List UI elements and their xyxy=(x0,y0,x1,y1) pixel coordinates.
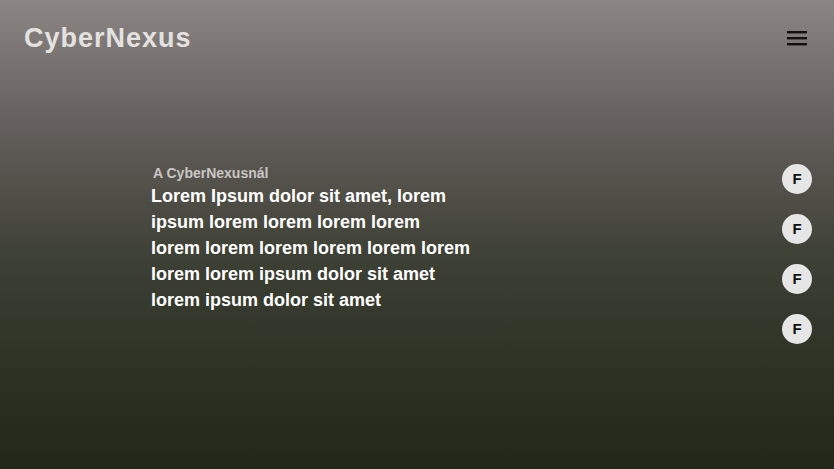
social-button[interactable]: F xyxy=(782,314,812,344)
hero-page: CyberNexus A CyberNexusnál Lorem Ipsum d… xyxy=(0,0,834,469)
hero-text: A CyberNexusnál Lorem Ipsum dolor sit am… xyxy=(151,163,470,344)
menu-button[interactable] xyxy=(784,25,810,51)
hero-line: ipsum lorem lorem lorem lorem xyxy=(151,209,470,235)
hero-line: lorem lorem ipsum dolor sit amet xyxy=(151,261,470,287)
social-button[interactable]: F xyxy=(782,214,812,244)
hero-line: lorem lorem lorem lorem lorem lorem xyxy=(151,235,470,261)
social-label: F xyxy=(792,168,801,191)
social-button[interactable]: F xyxy=(782,164,812,194)
hero-paragraph: Lorem Ipsum dolor sit amet, loremipsum l… xyxy=(151,183,470,313)
logo[interactable]: CyberNexus xyxy=(24,18,192,59)
header: CyberNexus xyxy=(0,0,834,76)
social-label: F xyxy=(792,318,801,341)
social-button[interactable]: F xyxy=(782,264,812,294)
hero: A CyberNexusnál Lorem Ipsum dolor sit am… xyxy=(0,76,834,344)
social-label: F xyxy=(792,218,801,241)
hero-line: lorem ipsum dolor sit amet xyxy=(151,287,470,313)
social-label: F xyxy=(792,268,801,291)
hamburger-icon xyxy=(786,29,808,47)
social-buttons: F F F F xyxy=(782,163,812,344)
hero-line: Lorem Ipsum dolor sit amet, lorem xyxy=(151,183,470,209)
hero-eyebrow: A CyberNexusnál xyxy=(151,163,470,183)
